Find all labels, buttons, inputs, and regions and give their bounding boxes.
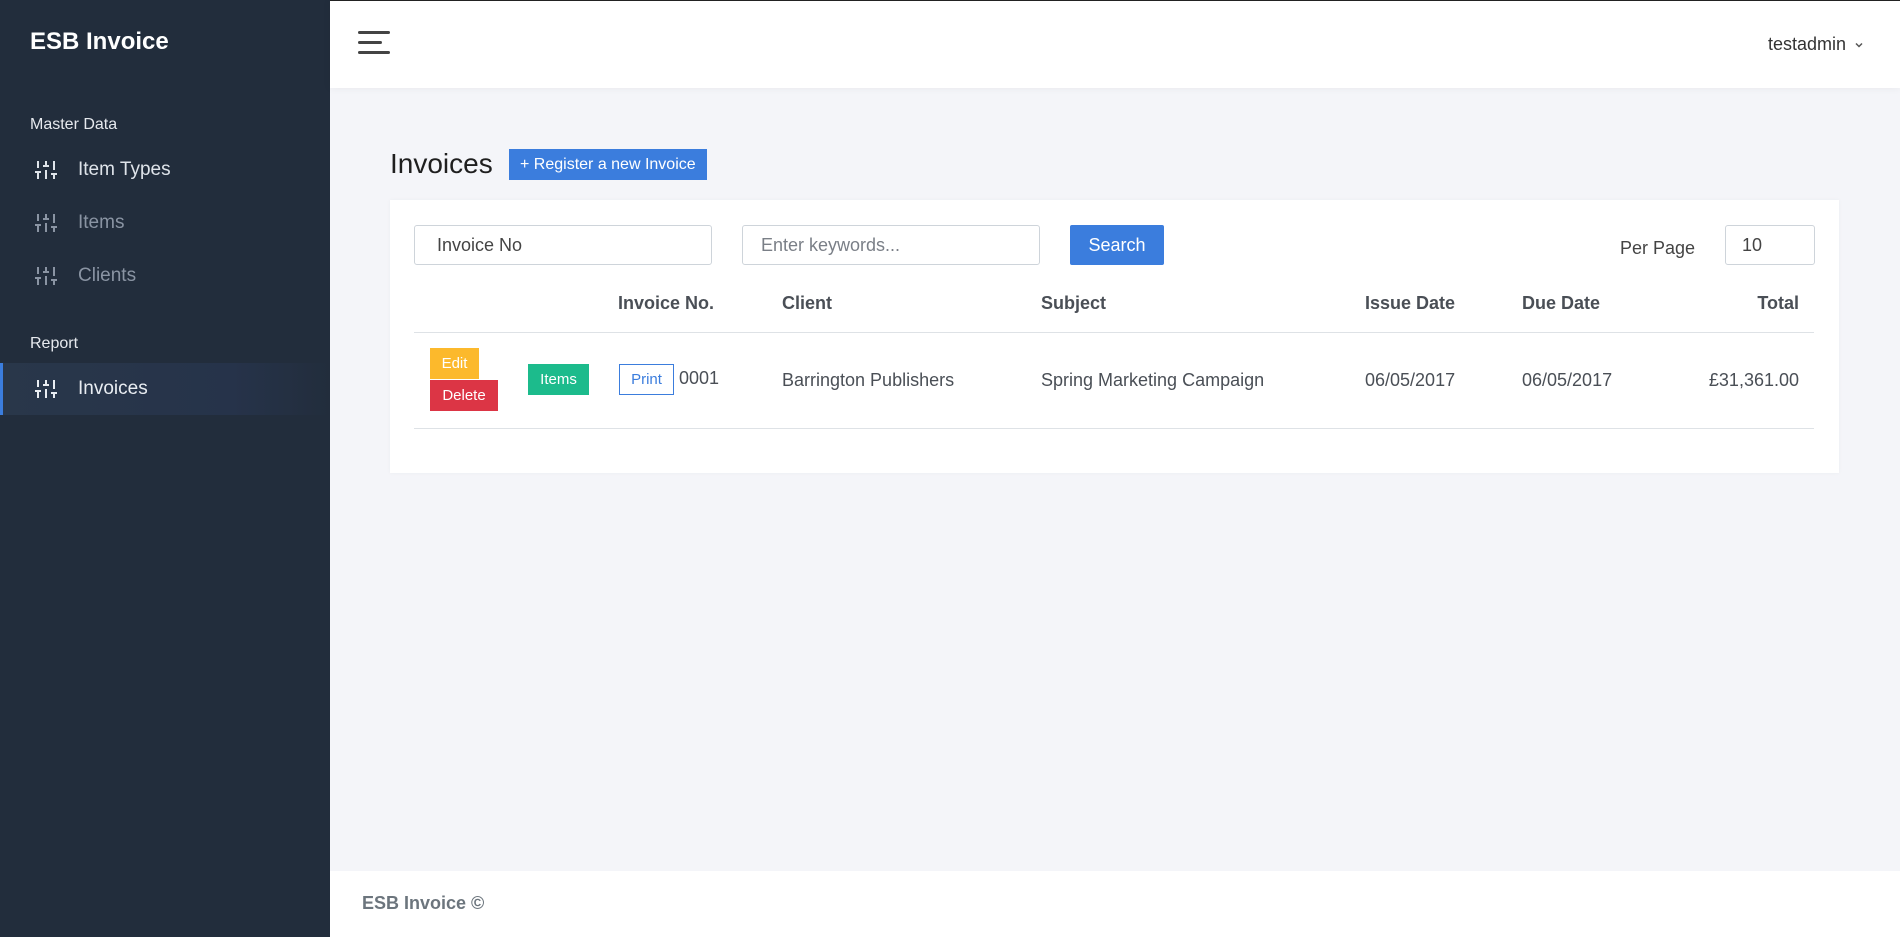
username: testadmin (1767, 34, 1846, 54)
column-header-client[interactable]: Client (782, 293, 832, 314)
brand-logo[interactable]: ESB Invoice (30, 28, 169, 56)
print-button[interactable]: Print (619, 364, 674, 395)
edit-button[interactable]: Edit (430, 348, 479, 379)
issue-date-cell: 06/05/2017 (1365, 370, 1456, 390)
subject-cell: Spring Marketing Campaign (1041, 370, 1265, 390)
column-header-subject[interactable]: Subject (1041, 293, 1106, 314)
sliders-icon (34, 377, 58, 401)
keywords-input[interactable]: Enter keywords... (742, 225, 1040, 265)
sidebar-item-label: Items (78, 212, 125, 233)
sliders-icon (34, 264, 58, 288)
invoice-no-cell: 0001 (679, 368, 720, 388)
sliders-icon (34, 158, 58, 182)
sidebar-item-items[interactable]: Items (0, 197, 330, 249)
search-button[interactable]: Search (1070, 225, 1164, 265)
items-button[interactable]: Items (528, 364, 589, 395)
invoice-no-input[interactable]: Invoice No (414, 225, 712, 265)
row-divider (414, 428, 1814, 429)
column-header-total[interactable]: Total (1757, 293, 1799, 314)
column-header-invoice-no[interactable]: Invoice No. (618, 293, 714, 314)
page-title: Invoices (390, 148, 493, 179)
sidebar-item-label: Item Types (78, 159, 171, 180)
client-cell: Barrington Publishers (782, 370, 955, 390)
per-page-label: Per Page (1620, 238, 1696, 258)
sidebar-section-master-data: Master Data (30, 116, 118, 133)
sidebar-item-clients[interactable]: Clients (0, 250, 330, 302)
register-invoice-button[interactable]: + Register a new Invoice (509, 149, 707, 180)
invoice-list-card: Invoice No Enter keywords... Search Per … (390, 200, 1839, 473)
header-divider (414, 332, 1814, 333)
delete-button[interactable]: Delete (430, 380, 498, 411)
column-header-issue-date[interactable]: Issue Date (1365, 293, 1455, 314)
due-date-cell: 06/05/2017 (1522, 370, 1613, 390)
per-page-input[interactable]: 10 (1725, 225, 1815, 265)
footer-text: ESB Invoice © (362, 893, 485, 913)
sidebar-item-invoices[interactable]: Invoices (0, 363, 330, 415)
sidebar-section-report: Report (30, 335, 79, 352)
topbar: testadmin (330, 0, 1900, 88)
hamburger-menu-icon[interactable] (358, 31, 390, 57)
footer: ESB Invoice © (330, 871, 1900, 937)
user-menu[interactable]: testadmin (1768, 34, 1864, 55)
sidebar-item-label: Clients (78, 265, 137, 286)
chevron-down-icon (1855, 42, 1863, 48)
sidebar-item-label: Invoices (78, 378, 148, 399)
sliders-icon (34, 211, 58, 235)
column-header-due-date[interactable]: Due Date (1522, 293, 1600, 314)
sidebar-item-item-types[interactable]: Item Types (0, 144, 330, 196)
total-cell: £31,361.00 (1708, 370, 1799, 390)
sidebar: ESB Invoice Master Data Item Types Items… (0, 0, 330, 937)
